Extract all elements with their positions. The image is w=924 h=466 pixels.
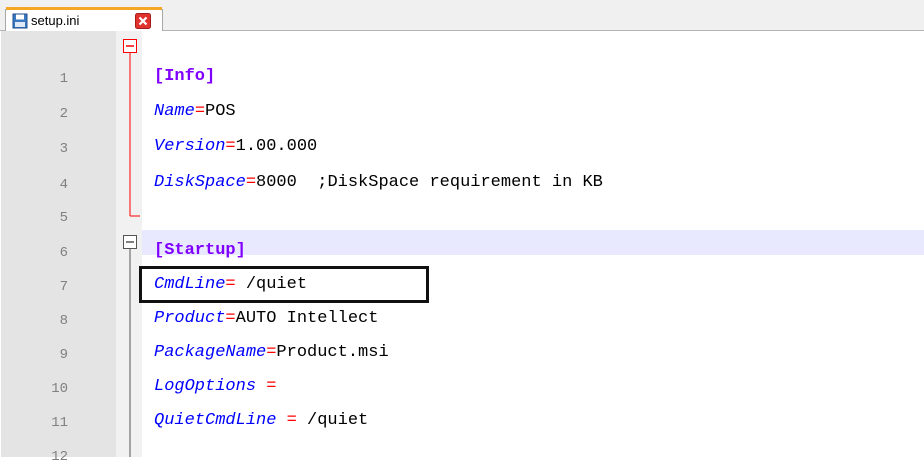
section-name: [Info] xyxy=(154,67,216,86)
ini-key: DiskSpace xyxy=(154,173,246,192)
key-value-line: Version=1.00.000 xyxy=(154,137,317,157)
key-value-line: PackageName=Product.msi xyxy=(154,343,389,363)
equals-sign: = xyxy=(286,411,297,430)
line-number: 5 xyxy=(59,210,68,226)
equals-sign: = xyxy=(225,137,236,156)
ini-key: Product xyxy=(154,309,226,328)
file-tab[interactable]: setup.ini xyxy=(5,7,163,31)
line-number: 7 xyxy=(59,279,68,295)
close-icon[interactable] xyxy=(135,13,151,29)
equals-sign: = xyxy=(194,102,206,121)
fold-markers xyxy=(123,39,140,457)
ini-value: /quiet xyxy=(296,411,369,430)
line-number: 2 xyxy=(59,106,68,122)
current-line-highlight xyxy=(142,230,924,255)
ini-value: POS xyxy=(205,102,236,121)
key-value-line: QuietCmdLine = /quiet xyxy=(154,411,368,431)
ini-value: 1.00.000 xyxy=(235,137,318,156)
ini-key: Version xyxy=(154,137,226,156)
equals-sign: = xyxy=(266,377,277,396)
key-value-line: Product=AUTO Intellect xyxy=(154,309,378,329)
line-number: 8 xyxy=(59,313,68,329)
save-icon xyxy=(12,13,28,29)
line-number: 11 xyxy=(51,415,68,431)
ini-value: AUTO Intellect xyxy=(235,309,379,328)
ini-key: Name xyxy=(154,102,195,121)
ini-key: LogOptions xyxy=(154,377,267,396)
line-number: 1 xyxy=(59,71,68,87)
annotation-highlight-box xyxy=(139,266,429,303)
line-number: 6 xyxy=(59,245,68,261)
section-header-line: [Startup] xyxy=(154,241,246,261)
line-number: 9 xyxy=(59,347,68,363)
tab-bar: setup.ini xyxy=(0,0,924,31)
section-header-line: [Info] xyxy=(154,67,215,87)
key-value-line: Name=POS xyxy=(154,102,236,122)
key-value-line: DiskSpace=8000 ;DiskSpace requirement in… xyxy=(154,173,603,193)
ini-value: Product.msi xyxy=(276,343,389,362)
line-number: 10 xyxy=(51,381,68,397)
ini-value: 8000 ;DiskSpace requirement in KB xyxy=(256,173,603,192)
ini-key: PackageName xyxy=(154,343,267,362)
ini-key: QuietCmdLine xyxy=(154,411,287,430)
tab-label: setup.ini xyxy=(31,13,80,28)
equals-sign: = xyxy=(225,309,236,328)
line-number: 3 xyxy=(59,141,68,157)
equals-sign: = xyxy=(266,343,277,362)
section-name: [Startup] xyxy=(154,241,246,260)
equals-sign: = xyxy=(245,173,257,192)
editor-area[interactable]: 1 [Info] 2 Name=POS 3 Version=1.00.000 4 DiskSp… xyxy=(0,31,924,465)
line-number: 4 xyxy=(59,177,68,193)
key-value-line: LogOptions = xyxy=(154,377,276,397)
active-tab-indicator xyxy=(6,7,162,10)
line-number: 12 xyxy=(51,449,68,465)
